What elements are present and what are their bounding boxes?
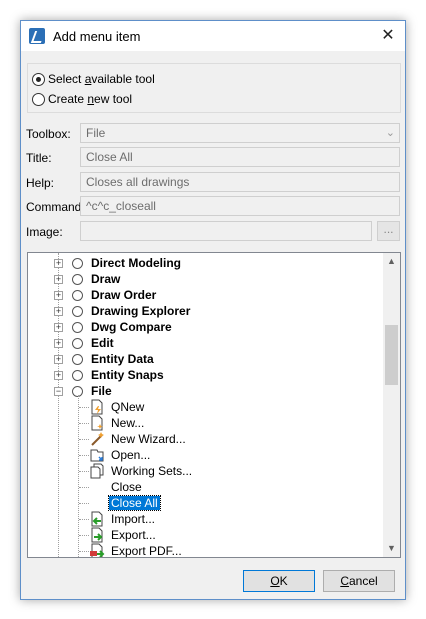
collapse-icon[interactable]: − xyxy=(54,386,63,396)
expand-icon[interactable]: + xyxy=(54,370,63,380)
command-label: Import... xyxy=(111,512,156,526)
group-label: Edit xyxy=(91,336,114,350)
radio-unchecked-icon[interactable] xyxy=(72,273,83,285)
tree-item-close-all[interactable]: Close All xyxy=(28,495,328,511)
tree-item-new[interactable]: New... xyxy=(28,415,328,431)
tree-connector xyxy=(79,503,89,504)
group-label: Dwg Compare xyxy=(91,320,172,334)
group-label: Direct Modeling xyxy=(91,256,182,270)
radio-unchecked-icon[interactable] xyxy=(72,337,83,349)
command-label-selected: Close All xyxy=(108,495,161,511)
tree-connector xyxy=(79,407,89,408)
vertical-scrollbar[interactable]: ▲ ▼ xyxy=(383,253,400,557)
command-label: Open... xyxy=(111,448,151,462)
toolbox-dropdown[interactable]: File ⌄ xyxy=(80,123,400,143)
ok-button[interactable]: OK xyxy=(243,570,315,592)
image-field[interactable] xyxy=(80,221,372,241)
tree-connector xyxy=(79,487,89,488)
working-sets-icon xyxy=(90,463,104,479)
command-label: New... xyxy=(111,416,145,430)
tree-connector xyxy=(79,519,89,520)
radio-select-available-tool[interactable]: Select available tool xyxy=(32,72,155,86)
add-menu-item-dialog: Add menu item ✕ Select available tool Cr… xyxy=(20,20,406,600)
expand-icon[interactable]: + xyxy=(54,338,63,348)
scroll-up-icon[interactable]: ▲ xyxy=(383,253,400,270)
group-label: Draw Order xyxy=(91,288,157,302)
title-field[interactable]: Close All xyxy=(80,147,400,167)
open-icon xyxy=(90,449,104,462)
radio-unchecked-icon[interactable] xyxy=(72,305,83,317)
expand-icon[interactable]: + xyxy=(54,258,63,268)
tree-item-open[interactable]: Open... xyxy=(28,447,328,463)
browse-image-button[interactable]: ... xyxy=(377,221,400,241)
command-label: QNew xyxy=(111,400,145,414)
radio-unchecked-icon[interactable] xyxy=(72,289,83,301)
tree-item-close[interactable]: Close xyxy=(28,479,328,495)
tree-connector xyxy=(79,535,89,536)
new-file-icon xyxy=(91,415,103,431)
radio-unchecked-icon[interactable] xyxy=(72,369,83,381)
radio-label-create: Create new tool xyxy=(48,92,133,106)
export-pdf-icon xyxy=(90,543,105,557)
qnew-icon xyxy=(91,399,103,415)
close-icon[interactable]: ✕ xyxy=(377,25,399,47)
tree-connector xyxy=(79,423,89,424)
tree-connector xyxy=(79,439,89,440)
tree-item-import[interactable]: Import... xyxy=(28,511,328,527)
radio-checked-icon[interactable] xyxy=(32,72,45,86)
radio-unchecked-icon[interactable] xyxy=(32,92,45,106)
radio-unchecked-icon[interactable] xyxy=(72,321,83,333)
radio-unchecked-icon[interactable] xyxy=(72,353,83,365)
group-label: Draw xyxy=(91,272,121,286)
radio-label-select: Select available tool xyxy=(48,72,155,86)
help-field[interactable]: Closes all drawings xyxy=(80,172,400,192)
tree-connector xyxy=(79,471,89,472)
image-label: Image: xyxy=(26,225,63,239)
dialog-title: Add menu item xyxy=(53,28,141,44)
title-label: Title: xyxy=(26,151,52,165)
group-label: Entity Data xyxy=(91,352,154,366)
toolbox-value: File xyxy=(86,126,106,140)
cancel-button[interactable]: Cancel xyxy=(323,570,395,592)
command-tree[interactable]: + Direct Modeling + Draw + Draw Order + … xyxy=(27,252,401,558)
command-label: Working Sets... xyxy=(111,464,193,478)
export-icon xyxy=(91,527,103,543)
command-label: Export PDF... xyxy=(111,544,182,558)
app-logo-icon xyxy=(29,28,45,44)
help-label: Help: xyxy=(26,176,55,190)
tree-item-qnew[interactable]: QNew xyxy=(28,399,328,415)
tree-item-export-pdf[interactable]: Export PDF... xyxy=(28,543,328,558)
group-label: Entity Snaps xyxy=(91,368,164,382)
import-icon xyxy=(91,511,103,527)
wizard-icon xyxy=(91,432,104,446)
tree-item-export[interactable]: Export... xyxy=(28,527,328,543)
expand-icon[interactable]: + xyxy=(54,290,63,300)
radio-create-new-tool[interactable]: Create new tool xyxy=(32,92,132,106)
title-bar: Add menu item ✕ xyxy=(21,21,405,51)
command-label: Close xyxy=(111,480,142,494)
command-label: New Wizard... xyxy=(111,432,186,446)
command-field[interactable]: ^c^c_closeall xyxy=(80,196,400,216)
expand-icon[interactable]: + xyxy=(54,274,63,284)
expand-icon[interactable]: + xyxy=(54,322,63,332)
command-label: Command: xyxy=(26,200,85,214)
expand-icon[interactable]: + xyxy=(54,354,63,364)
toolbox-label: Toolbox: xyxy=(26,127,71,141)
tree-item-new-wizard[interactable]: New Wizard... xyxy=(28,431,328,447)
tree-item-working-sets[interactable]: Working Sets... xyxy=(28,463,328,479)
command-label: Export... xyxy=(111,528,156,542)
chevron-down-icon: ⌄ xyxy=(385,127,395,139)
scroll-down-icon[interactable]: ▼ xyxy=(383,540,400,557)
group-label: File xyxy=(91,384,112,398)
tree-connector xyxy=(79,455,89,456)
tool-mode-group: Select available tool Create new tool xyxy=(27,63,401,113)
scroll-thumb[interactable] xyxy=(385,325,398,385)
group-label: Drawing Explorer xyxy=(91,304,191,318)
radio-unchecked-icon[interactable] xyxy=(72,257,83,269)
expand-icon[interactable]: + xyxy=(54,306,63,316)
tree-connector xyxy=(79,551,89,552)
